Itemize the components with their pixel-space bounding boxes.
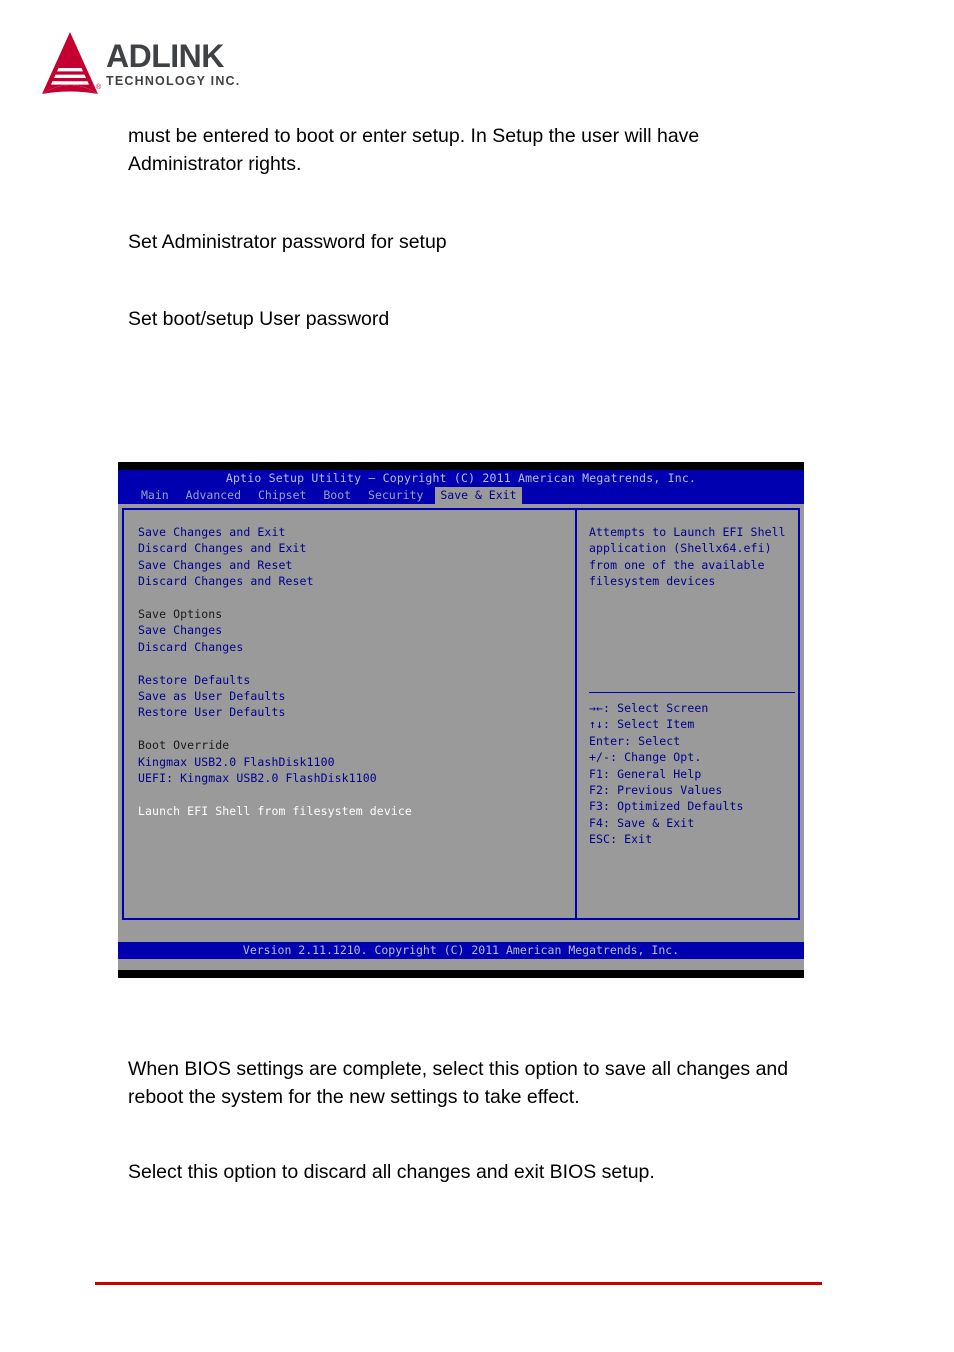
bios-menu-item: Save Options bbox=[138, 607, 223, 622]
bios-menu-spacer bbox=[138, 590, 571, 606]
paragraph-password-intro: must be entered to boot or enter setup. … bbox=[128, 125, 700, 175]
bios-menu-item[interactable]: Discard Changes and Reset bbox=[138, 573, 571, 589]
bios-key-legend: →←: Select Screen ↑↓: Select Item Enter: S… bbox=[589, 700, 794, 848]
bios-help-panel: Attempts to Launch EFI Shell application … bbox=[577, 510, 798, 918]
bios-menu-spacer bbox=[138, 721, 571, 737]
adlink-wordmark: ADLINK TECHNOLOGY INC. bbox=[106, 40, 276, 89]
bios-menu-item[interactable]: Discard Changes and Exit bbox=[138, 540, 571, 556]
bios-menu-item[interactable]: Restore Defaults bbox=[138, 672, 571, 688]
adlink-logo: ADLINK TECHNOLOGY INC. ® bbox=[38, 28, 268, 100]
bios-help-line: application (Shellx64.efi) bbox=[589, 541, 772, 556]
tab-save-and-exit[interactable]: Save & Exit bbox=[435, 487, 522, 504]
bios-menu-item[interactable]: UEFI: Kingmax USB2.0 FlashDisk1100 bbox=[138, 770, 571, 786]
paragraph-admin-password: Set Administrator password for setup bbox=[128, 231, 447, 253]
bios-key-hint: →←: Select Screen bbox=[589, 701, 709, 715]
bios-menu-panel: Save Changes and Exit Discard Changes and… bbox=[124, 510, 575, 918]
bios-menu-item[interactable]: Save Changes and Reset bbox=[138, 557, 571, 573]
bios-menu-list: Save Changes and Exit Discard Changes and… bbox=[138, 524, 571, 819]
bios-screenshot: Aptio Setup Utility – Copyright (C) 2011… bbox=[118, 462, 804, 978]
bios-menu-item[interactable]: Kingmax USB2.0 FlashDisk1100 bbox=[138, 754, 571, 770]
bios-menu-item: Boot Override bbox=[138, 738, 230, 753]
bios-version-footer: Version 2.11.1210. Copyright (C) 2011 Am… bbox=[118, 942, 804, 959]
bios-menu-bar[interactable]: Main Advanced Chipset Boot Security Save… bbox=[118, 487, 804, 504]
bios-key-hint: ESC: Exit bbox=[589, 832, 653, 847]
tab-boot[interactable]: Boot bbox=[318, 487, 356, 504]
bios-menu-item[interactable]: Discard Changes bbox=[138, 639, 571, 655]
bios-content-frame: Save Changes and Exit Discard Changes and… bbox=[122, 508, 800, 920]
paragraph-save-changes-desc: When BIOS settings are complete, select … bbox=[128, 1058, 789, 1108]
tab-security[interactable]: Security bbox=[363, 487, 428, 504]
tab-chipset[interactable]: Chipset bbox=[253, 487, 311, 504]
bios-menu-item[interactable]: Save Changes and Exit bbox=[138, 524, 571, 540]
bios-key-hint: F1: General Help bbox=[589, 766, 702, 781]
adlink-tagline: TECHNOLOGY INC. bbox=[106, 74, 241, 88]
adlink-triangle-logo-icon bbox=[42, 32, 98, 98]
bios-menu-item[interactable]: Save as User Defaults bbox=[138, 688, 571, 704]
bios-screen: Aptio Setup Utility – Copyright (C) 2011… bbox=[118, 470, 804, 970]
bios-title-bar: Aptio Setup Utility – Copyright (C) 2011… bbox=[118, 470, 804, 487]
bios-key-hint: ↑↓: Select Item bbox=[589, 717, 695, 732]
adlink-word: ADLINK bbox=[106, 38, 224, 74]
bios-menu-item[interactable]: Launch EFI Shell from filesystem device bbox=[138, 803, 571, 819]
tab-main[interactable]: Main bbox=[136, 487, 174, 504]
paragraph-discard-changes-desc: Select this option to discard all change… bbox=[128, 1161, 655, 1183]
bios-help-separator bbox=[589, 692, 795, 693]
bios-menu-item[interactable]: Restore User Defaults bbox=[138, 704, 571, 720]
bios-key-hint: F2: Previous Values bbox=[589, 783, 723, 798]
bios-menu-spacer bbox=[138, 655, 571, 671]
bios-key-hint: F3: Optimized Defaults bbox=[589, 799, 744, 814]
bios-menu-spacer bbox=[138, 787, 571, 803]
bios-help-text: Attempts to Launch EFI Shell application … bbox=[589, 524, 792, 590]
bios-help-line: Attempts to Launch EFI Shell bbox=[589, 525, 786, 539]
paragraph-user-password: Set boot/setup User password bbox=[128, 308, 390, 330]
tab-advanced[interactable]: Advanced bbox=[181, 487, 246, 504]
bios-key-hint: F4: Save & Exit bbox=[589, 815, 695, 830]
registered-mark-icon: ® bbox=[96, 84, 102, 91]
page-bottom-rule bbox=[95, 1282, 822, 1285]
bios-key-hint: Enter: Select bbox=[589, 733, 681, 748]
bios-help-line: filesystem devices bbox=[589, 574, 716, 589]
bios-key-hint: +/-: Change Opt. bbox=[589, 750, 702, 765]
bios-help-line: from one of the available bbox=[589, 557, 765, 572]
bios-menu-item[interactable]: Save Changes bbox=[138, 622, 571, 638]
